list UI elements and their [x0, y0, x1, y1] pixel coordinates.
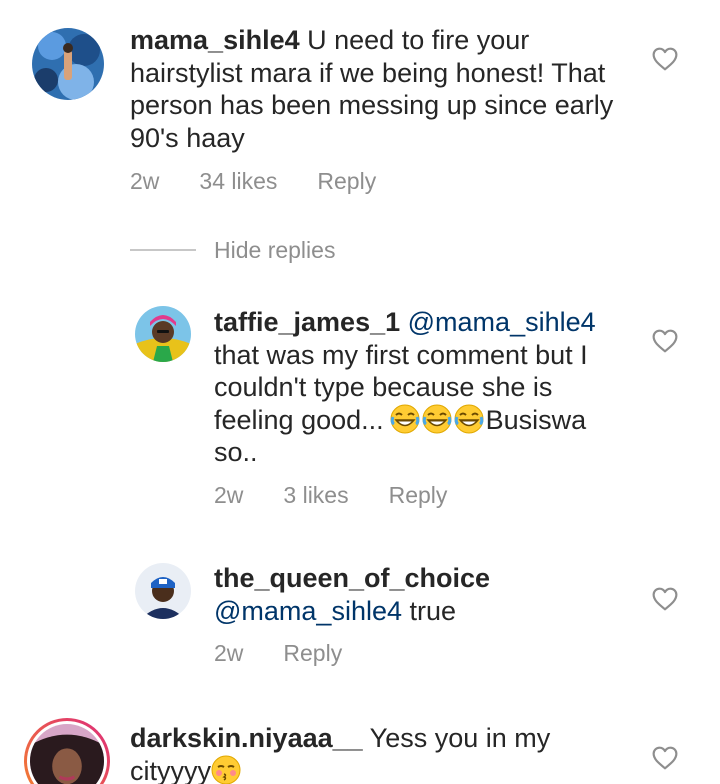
avatar[interactable] — [135, 563, 191, 619]
reply-meta: 2w Reply — [214, 640, 342, 667]
avatar[interactable] — [32, 28, 104, 100]
reply-button[interactable]: Reply — [317, 168, 376, 195]
comment-username[interactable]: mama_sihle4 — [130, 25, 300, 55]
comment-time: 2w — [130, 168, 160, 194]
heart-outline-icon[interactable] — [652, 47, 678, 71]
reply-text: the_queen_of_choice @mama_sihle4 true — [214, 562, 634, 627]
comment-text: mama_sihle4 U need to fire your hairstyl… — [130, 24, 640, 154]
kissing-emoji — [211, 755, 241, 784]
divider-line — [130, 249, 196, 251]
reply-button[interactable]: Reply — [389, 482, 448, 509]
reply-text: taffie_james_1 @mama_sihle4 that was my … — [214, 306, 614, 469]
likes-count[interactable]: 3 likes — [283, 482, 348, 509]
tears-of-joy-emoji — [454, 404, 484, 434]
avatar-story-ring[interactable] — [24, 718, 110, 784]
heart-outline-icon[interactable] — [652, 587, 678, 611]
reply-item: taffie_james_1 @mama_sihle4 that was my … — [0, 290, 720, 520]
reply-time: 2w — [214, 482, 244, 508]
reply-item: the_queen_of_choice @mama_sihle4 true 2w… — [0, 548, 720, 698]
comment-item: mama_sihle4 U need to fire your hairstyl… — [0, 0, 720, 230]
avatar[interactable] — [135, 306, 191, 362]
reply-username[interactable]: taffie_james_1 — [214, 307, 400, 337]
reply-time: 2w — [214, 640, 244, 666]
reply-meta: 2w 3 likes Reply — [214, 482, 447, 509]
likes-count[interactable]: 34 likes — [199, 168, 277, 195]
comment-item: darkskin.niyaaa__ Yess you in my cityyyy — [0, 708, 720, 784]
heart-outline-icon[interactable] — [652, 329, 678, 353]
comment-meta: 2w 34 likes Reply — [130, 168, 376, 195]
reply-button[interactable]: Reply — [283, 640, 342, 667]
hide-replies-toggle[interactable]: Hide replies — [130, 232, 335, 268]
tears-of-joy-emoji — [422, 404, 452, 434]
mention-link[interactable]: @mama_sihle4 — [214, 596, 402, 626]
reply-username[interactable]: the_queen_of_choice — [214, 563, 490, 593]
tears-of-joy-emoji — [390, 404, 420, 434]
comment-text: darkskin.niyaaa__ Yess you in my cityyyy — [130, 722, 590, 784]
hide-replies-label[interactable]: Hide replies — [214, 237, 335, 264]
heart-outline-icon[interactable] — [652, 746, 678, 770]
reply-body: true — [409, 595, 457, 626]
mention-link[interactable]: @mama_sihle4 — [408, 307, 596, 337]
comment-username[interactable]: darkskin.niyaaa__ — [130, 723, 363, 753]
